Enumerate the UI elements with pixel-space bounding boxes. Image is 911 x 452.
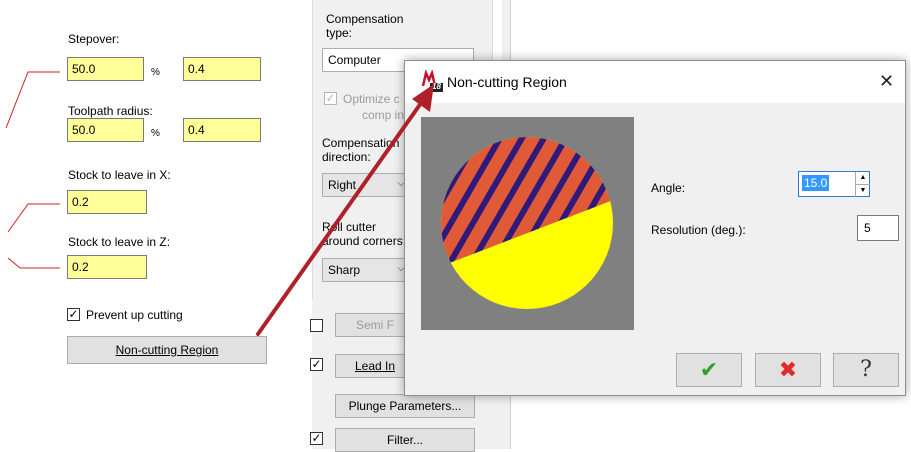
annotation-mark-stepover <box>5 71 60 129</box>
stock-z-field[interactable]: 0.2 <box>67 255 147 279</box>
annotation-mark-stock-z <box>7 257 60 269</box>
lead-in-button[interactable]: Lead In <box>335 354 415 378</box>
toolpath-radius-unit: % <box>151 128 160 139</box>
plunge-parameters-button-label: Plunge Parameters... <box>348 399 462 413</box>
semi-finish-checkbox[interactable] <box>310 319 323 332</box>
mastercam-logo-icon: 18 <box>421 68 443 92</box>
toolpath-radius-label: Toolpath radius: <box>68 104 153 118</box>
filter-checkbox[interactable]: ✓ <box>310 432 323 445</box>
spin-down-icon[interactable]: ▼ <box>855 184 870 197</box>
stepover-percent-field[interactable]: 50.0 <box>67 57 144 81</box>
stock-x-field[interactable]: 0.2 <box>67 190 147 214</box>
compensation-direction-label: Compensation direction: <box>322 136 400 164</box>
stepover-absolute-field[interactable]: 0.4 <box>183 57 261 81</box>
angle-label: Angle: <box>651 181 686 195</box>
close-icon[interactable]: ✕ <box>879 71 894 91</box>
dialog-titlebar[interactable]: 18 Non-cutting Region ✕ <box>405 61 905 103</box>
semi-finish-button[interactable]: Semi F <box>335 313 415 337</box>
stepover-label: Stepover: <box>68 32 120 46</box>
cancel-button[interactable]: ✖ <box>755 353 821 387</box>
prevent-up-cutting-label: Prevent up cutting <box>86 308 183 322</box>
optimize-label: Optimize c <box>343 92 400 106</box>
semi-finish-button-label: Semi F <box>355 318 394 332</box>
optimize-label-line2: comp in <box>362 108 405 122</box>
question-mark-icon: ? <box>860 357 872 382</box>
annotation-marks <box>5 71 60 269</box>
non-cutting-region-button[interactable]: Non-cutting Region <box>67 336 267 364</box>
red-x-icon: ✖ <box>778 357 798 382</box>
resolution-value: 5 <box>864 221 871 235</box>
lead-in-button-label: Lead In <box>354 359 396 373</box>
angle-spinner[interactable]: 15.0 ▲ ▼ <box>798 171 870 197</box>
roll-cutter-select[interactable]: Sharp ⌵ <box>322 258 412 282</box>
plunge-parameters-button[interactable]: Plunge Parameters... <box>335 394 475 418</box>
compensation-direction-select[interactable]: Right ⌵ <box>322 173 412 197</box>
region-preview <box>421 117 634 330</box>
prevent-up-cutting-checkbox[interactable]: ✓ <box>67 308 80 321</box>
angle-value[interactable]: 15.0 <box>802 175 830 191</box>
stock-z-label: Stock to leave in Z: <box>68 235 171 249</box>
filter-button-label: Filter... <box>386 433 423 447</box>
dialog-title: Non-cutting Region <box>447 74 567 90</box>
non-cutting-region-dialog: 18 Non-cutting Region ✕ Angle: 15.0 ▲ ▼ … <box>404 60 906 396</box>
stepover-unit: % <box>151 67 160 78</box>
help-button[interactable]: ? <box>833 353 899 387</box>
filter-button[interactable]: Filter... <box>335 428 475 452</box>
optimize-checkbox[interactable]: ✓ <box>324 92 337 105</box>
roll-cutter-label: Roll cutter around corners: <box>322 220 407 248</box>
resolution-label: Resolution (deg.): <box>651 223 746 237</box>
compensation-type-label: Compensation type: <box>326 12 404 40</box>
compensation-type-value: Computer <box>328 53 381 67</box>
roll-cutter-value: Sharp <box>328 263 361 277</box>
stock-x-label: Stock to leave in X: <box>68 168 171 182</box>
non-cutting-region-button-label: Non-cutting Region <box>115 343 219 357</box>
checkmark-icon: ✔ <box>699 357 719 382</box>
toolpath-radius-absolute-field[interactable]: 0.4 <box>183 118 261 142</box>
annotation-mark-stock-x <box>7 203 60 233</box>
ok-button[interactable]: ✔ <box>676 353 742 387</box>
toolpath-radius-percent-field[interactable]: 50.0 <box>67 118 144 142</box>
spin-up-icon[interactable]: ▲ <box>855 172 870 184</box>
compensation-direction-value: Right <box>328 178 357 192</box>
resolution-field[interactable]: 5 <box>857 215 899 241</box>
lead-in-checkbox[interactable]: ✓ <box>310 358 323 371</box>
app-icon-badge: 18 <box>432 82 441 91</box>
